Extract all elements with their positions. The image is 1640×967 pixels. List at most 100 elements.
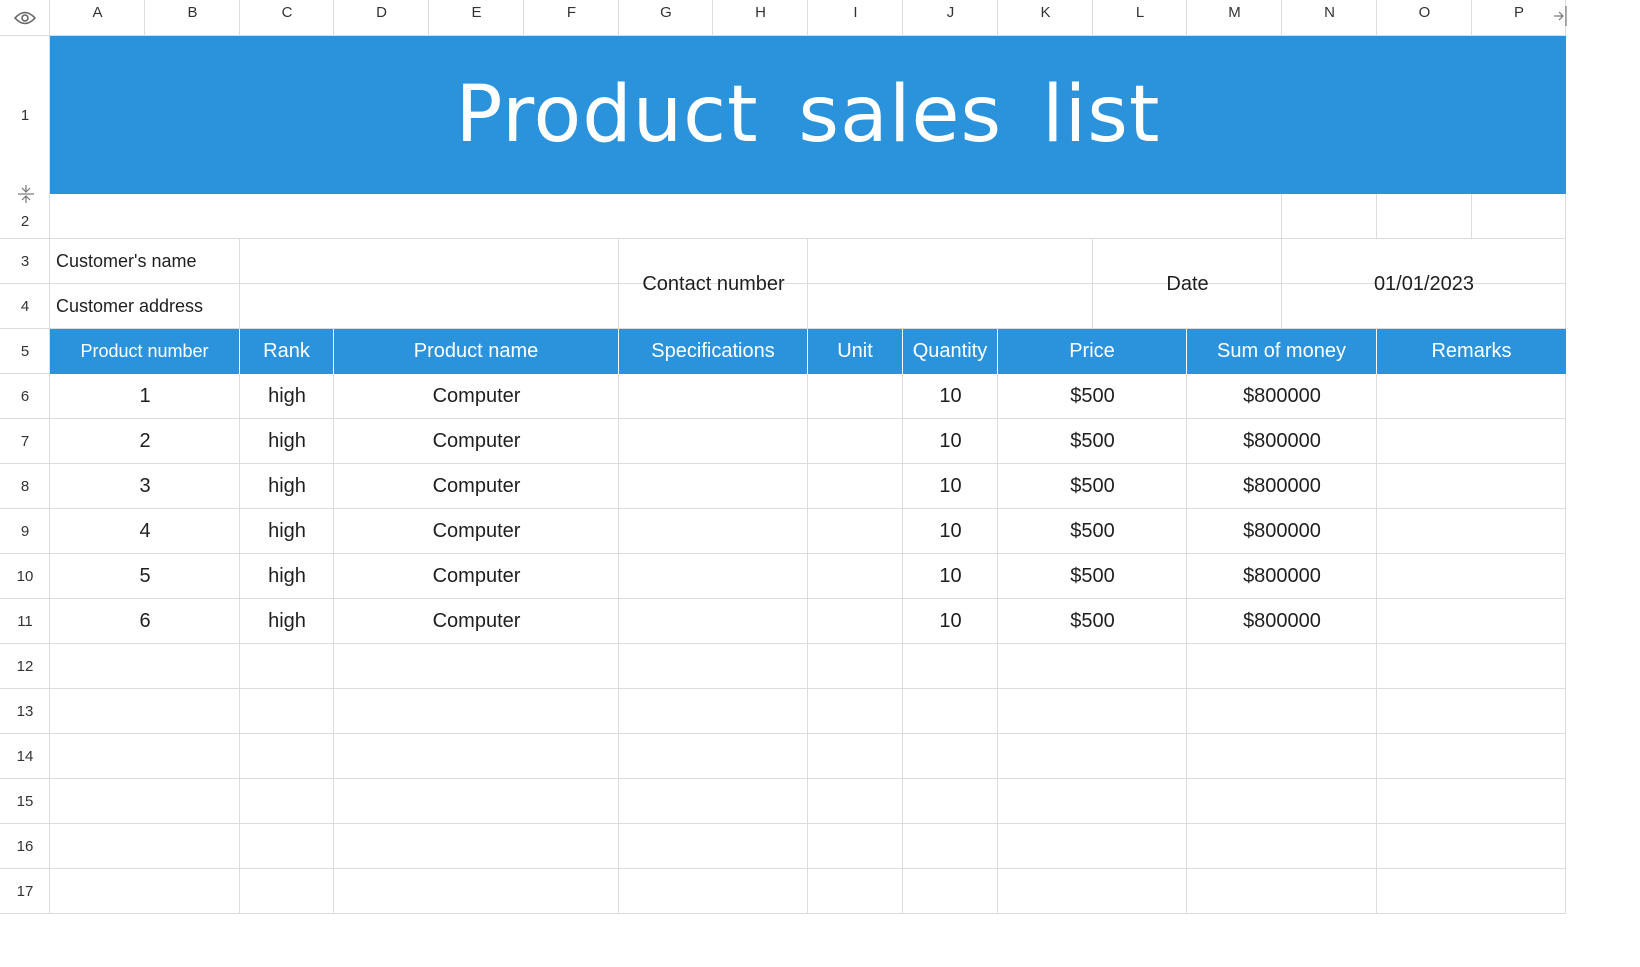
- column-header-m[interactable]: M: [1187, 0, 1282, 24]
- table-header-unit[interactable]: Unit: [808, 329, 903, 374]
- table-cell[interactable]: [808, 779, 903, 824]
- table-cell[interactable]: $500: [998, 554, 1187, 599]
- table-cell[interactable]: $800000: [1187, 464, 1377, 509]
- table-cell[interactable]: [50, 734, 240, 779]
- table-cell[interactable]: $800000: [1187, 509, 1377, 554]
- table-cell[interactable]: [619, 374, 808, 419]
- table-header-remarks[interactable]: Remarks: [1377, 329, 1566, 374]
- customer-name-input[interactable]: [240, 239, 619, 284]
- column-header-o[interactable]: O: [1377, 0, 1472, 24]
- table-cell[interactable]: [808, 689, 903, 734]
- table-cell[interactable]: [50, 824, 240, 869]
- table-cell[interactable]: [998, 779, 1187, 824]
- date-label[interactable]: Date: [1093, 239, 1282, 329]
- row-header-7[interactable]: 7: [0, 419, 50, 464]
- table-cell[interactable]: [808, 464, 903, 509]
- table-cell[interactable]: [1377, 374, 1566, 419]
- table-cell[interactable]: [1377, 779, 1566, 824]
- table-cell[interactable]: $800000: [1187, 419, 1377, 464]
- contact-number-input[interactable]: [808, 239, 1093, 329]
- customer-address-label[interactable]: Customer address: [50, 284, 240, 329]
- column-header-c[interactable]: C: [240, 0, 334, 24]
- row-header-17[interactable]: 17: [0, 869, 50, 914]
- table-cell[interactable]: [903, 734, 998, 779]
- table-cell[interactable]: 3: [50, 464, 240, 509]
- table-cell[interactable]: [50, 779, 240, 824]
- table-header-quantity[interactable]: Quantity: [903, 329, 998, 374]
- table-cell[interactable]: [1377, 734, 1566, 779]
- table-cell[interactable]: [334, 779, 619, 824]
- table-cell[interactable]: Computer: [334, 509, 619, 554]
- table-cell[interactable]: [1377, 644, 1566, 689]
- table-cell[interactable]: [1377, 509, 1566, 554]
- table-cell[interactable]: [619, 419, 808, 464]
- row-header-4[interactable]: 4: [0, 284, 50, 329]
- table-cell[interactable]: [808, 509, 903, 554]
- table-cell[interactable]: [619, 599, 808, 644]
- table-cell[interactable]: [1377, 419, 1566, 464]
- table-cell[interactable]: Computer: [334, 419, 619, 464]
- table-cell[interactable]: $800000: [1187, 554, 1377, 599]
- table-cell[interactable]: [808, 644, 903, 689]
- table-cell[interactable]: [619, 689, 808, 734]
- table-header-rank[interactable]: Rank: [240, 329, 334, 374]
- table-header-product-name[interactable]: Product name: [334, 329, 619, 374]
- table-cell[interactable]: [334, 689, 619, 734]
- table-cell[interactable]: 1: [50, 374, 240, 419]
- table-cell[interactable]: [619, 554, 808, 599]
- eye-icon[interactable]: [0, 0, 50, 36]
- table-cell[interactable]: 10: [903, 464, 998, 509]
- table-cell[interactable]: $500: [998, 464, 1187, 509]
- table-cell[interactable]: [1377, 599, 1566, 644]
- table-cell[interactable]: [903, 689, 998, 734]
- table-cell[interactable]: [50, 869, 240, 914]
- date-value[interactable]: 01/01/2023: [1282, 239, 1566, 329]
- table-cell[interactable]: [998, 824, 1187, 869]
- table-cell[interactable]: Computer: [334, 599, 619, 644]
- table-cell[interactable]: 10: [903, 599, 998, 644]
- table-header-sum-of-money[interactable]: Sum of money: [1187, 329, 1377, 374]
- table-cell[interactable]: [334, 869, 619, 914]
- table-cell[interactable]: [808, 599, 903, 644]
- table-cell[interactable]: [240, 644, 334, 689]
- table-cell[interactable]: $500: [998, 509, 1187, 554]
- table-cell[interactable]: 10: [903, 419, 998, 464]
- table-cell[interactable]: [619, 824, 808, 869]
- table-cell[interactable]: [619, 644, 808, 689]
- column-header-g[interactable]: G: [619, 0, 713, 24]
- table-cell[interactable]: [50, 689, 240, 734]
- table-cell[interactable]: $800000: [1187, 374, 1377, 419]
- table-cell[interactable]: [619, 464, 808, 509]
- table-cell[interactable]: Computer: [334, 554, 619, 599]
- column-header-b[interactable]: B: [145, 0, 240, 24]
- table-cell[interactable]: high: [240, 419, 334, 464]
- row-header-10[interactable]: 10: [0, 554, 50, 599]
- row-header-16[interactable]: 16: [0, 824, 50, 869]
- table-cell[interactable]: high: [240, 509, 334, 554]
- table-cell[interactable]: [240, 779, 334, 824]
- table-cell[interactable]: 10: [903, 374, 998, 419]
- table-cell[interactable]: [334, 734, 619, 779]
- table-cell[interactable]: [903, 824, 998, 869]
- column-header-j[interactable]: J: [903, 0, 998, 24]
- table-cell[interactable]: [50, 644, 240, 689]
- title-banner[interactable]: Product sales list: [50, 36, 1566, 194]
- table-cell[interactable]: [998, 734, 1187, 779]
- table-cell[interactable]: 2: [50, 419, 240, 464]
- table-cell[interactable]: 10: [903, 554, 998, 599]
- table-cell[interactable]: [998, 869, 1187, 914]
- table-header-price[interactable]: Price: [998, 329, 1187, 374]
- table-cell[interactable]: high: [240, 599, 334, 644]
- table-cell[interactable]: high: [240, 374, 334, 419]
- table-cell[interactable]: [808, 374, 903, 419]
- table-cell[interactable]: [1377, 869, 1566, 914]
- table-cell[interactable]: [808, 419, 903, 464]
- table-cell[interactable]: [619, 509, 808, 554]
- table-cell[interactable]: [998, 689, 1187, 734]
- row-header-14[interactable]: 14: [0, 734, 50, 779]
- row-header-8[interactable]: 8: [0, 464, 50, 509]
- customer-address-input[interactable]: [240, 284, 619, 329]
- table-cell[interactable]: [1377, 464, 1566, 509]
- table-cell[interactable]: high: [240, 554, 334, 599]
- column-header-n[interactable]: N: [1282, 0, 1377, 24]
